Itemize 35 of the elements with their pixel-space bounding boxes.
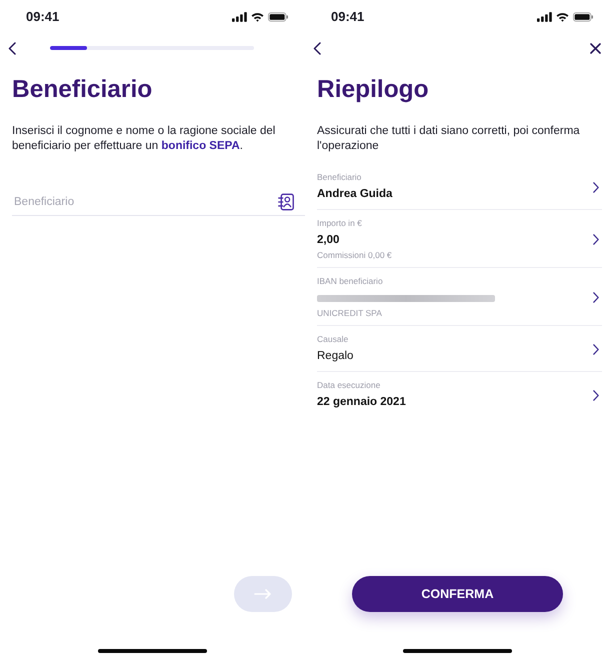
page-title: Riepilogo — [317, 75, 430, 105]
field-label: Causale — [317, 333, 348, 345]
field-value: Regalo — [317, 349, 354, 364]
signal-icon — [537, 12, 552, 22]
chevron-left-icon[interactable] — [313, 42, 321, 54]
instruction-text: Assicurati che tutti i dati siano corretti, poi conferma l'operazione — [317, 124, 581, 154]
instruction-text: Inserisci il cognome e nome o la ragione sociale del beneficiario per effettuare un bonifico SEPA. — [12, 124, 276, 154]
chevron-right-icon[interactable] — [593, 182, 599, 192]
wifi-icon — [556, 12, 569, 22]
chevron-right-icon[interactable] — [593, 234, 599, 244]
arrow-right-icon — [254, 589, 272, 599]
field-note: UNICREDIT SPA — [317, 307, 382, 319]
chevron-right-icon[interactable] — [593, 390, 599, 400]
chevron-right-icon[interactable] — [593, 292, 599, 302]
battery-icon — [573, 12, 593, 22]
field-label: IBAN beneficiario — [317, 275, 383, 287]
field-label: Data esecuzione — [317, 379, 380, 391]
wifi-icon — [251, 12, 264, 22]
contact-book-icon[interactable] — [278, 193, 294, 211]
field-value: 2,00 — [317, 233, 340, 248]
field-value: Andrea Guida — [317, 187, 392, 202]
field-label: Importo in € — [317, 217, 362, 229]
field-label: Beneficiario — [317, 171, 362, 183]
signal-icon — [232, 12, 247, 22]
chevron-right-icon[interactable] — [593, 344, 599, 354]
confirm-button[interactable]: CONFERMA — [352, 576, 563, 612]
chevron-left-icon[interactable] — [8, 42, 16, 54]
status-time: 09:41 — [26, 9, 60, 25]
close-icon[interactable] — [590, 42, 601, 54]
field-value: 22 gennaio 2021 — [317, 395, 406, 410]
field-note: Commissioni 0,00 € — [317, 249, 392, 261]
battery-icon — [268, 12, 288, 22]
beneficiary-field[interactable]: Beneficiario — [12, 188, 305, 216]
status-time: 09:41 — [331, 9, 364, 25]
page-title: Beneficiario — [12, 75, 154, 105]
